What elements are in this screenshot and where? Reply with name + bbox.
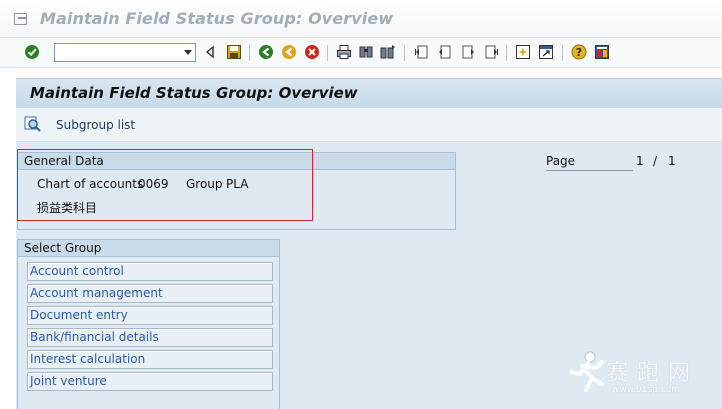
command-field[interactable] bbox=[54, 43, 196, 62]
group-value: PLA bbox=[226, 177, 249, 191]
screen-title-bar: Maintain Field Status Group: Overview bbox=[16, 78, 722, 108]
toolbar-separator bbox=[506, 45, 507, 61]
select-group-item-joint-venture[interactable]: Joint venture bbox=[27, 372, 273, 391]
page-label: Page bbox=[546, 154, 633, 171]
select-group-heading: Select Group bbox=[18, 240, 279, 257]
toolbar-separator bbox=[327, 45, 328, 61]
previous-page-icon[interactable] bbox=[437, 44, 453, 60]
group-label: Group bbox=[186, 177, 223, 191]
chevron-down-icon[interactable] bbox=[184, 50, 192, 55]
cancel-icon[interactable] bbox=[304, 44, 320, 60]
select-group-item-account-control[interactable]: Account control bbox=[27, 262, 273, 281]
watermark-url: www.91sp.com bbox=[612, 385, 681, 395]
chart-of-accounts-value: 0069 bbox=[138, 177, 169, 191]
find-next-icon[interactable] bbox=[380, 44, 396, 60]
general-data-group: General Data Chart of accounts 0069 Grou… bbox=[17, 152, 456, 230]
select-group-item-account-management[interactable]: Account management bbox=[27, 284, 273, 303]
save-icon[interactable] bbox=[226, 44, 242, 60]
customize-layout-icon[interactable] bbox=[594, 44, 610, 60]
window-title: Maintain Field Status Group: Overview bbox=[40, 9, 394, 28]
application-toolbar: Subgroup list bbox=[16, 108, 722, 142]
group-description: 损益类科目 bbox=[37, 201, 98, 215]
window-menu-icon[interactable] bbox=[14, 13, 27, 25]
select-group-box: Select Group Account control Account man… bbox=[17, 239, 280, 409]
help-icon[interactable]: ? bbox=[571, 44, 587, 60]
green-back-icon[interactable] bbox=[258, 44, 274, 60]
print-icon[interactable] bbox=[336, 44, 352, 60]
watermark-text: 赛跑网 bbox=[606, 361, 700, 386]
magnifier-list-icon bbox=[24, 115, 42, 136]
page-total: 1 bbox=[668, 154, 676, 168]
select-group-item-interest-calculation[interactable]: Interest calculation bbox=[27, 350, 273, 369]
toolbar-separator bbox=[404, 45, 405, 61]
find-icon[interactable] bbox=[358, 44, 374, 60]
command-field-input[interactable] bbox=[57, 45, 177, 60]
standard-toolbar: ? bbox=[0, 38, 722, 68]
new-session-icon[interactable] bbox=[515, 44, 531, 60]
subgroup-list-button[interactable]: Subgroup list bbox=[24, 116, 135, 134]
page-current: 1 bbox=[636, 154, 644, 168]
back-icon[interactable] bbox=[202, 44, 218, 60]
shortcut-icon[interactable] bbox=[538, 44, 554, 60]
page-separator: / bbox=[653, 154, 658, 168]
page-title: Maintain Field Status Group: Overview bbox=[30, 84, 358, 102]
last-page-icon[interactable] bbox=[483, 44, 499, 60]
window-title-bar: Maintain Field Status Group: Overview bbox=[0, 0, 722, 38]
subgroup-list-label: Subgroup list bbox=[56, 118, 136, 132]
toolbar-separator bbox=[249, 45, 250, 61]
next-page-icon[interactable] bbox=[460, 44, 476, 60]
select-group-item-bank-financial-details[interactable]: Bank/financial details bbox=[27, 328, 273, 347]
chart-of-accounts-label: Chart of accounts bbox=[37, 177, 144, 191]
general-data-heading: General Data bbox=[18, 153, 455, 170]
toolbar-separator bbox=[562, 45, 563, 61]
enter-icon[interactable] bbox=[24, 44, 40, 60]
exit-icon[interactable] bbox=[281, 44, 297, 60]
svg-text:?: ? bbox=[576, 46, 582, 59]
select-group-item-document-entry[interactable]: Document entry bbox=[27, 306, 273, 325]
first-page-icon[interactable] bbox=[414, 44, 430, 60]
